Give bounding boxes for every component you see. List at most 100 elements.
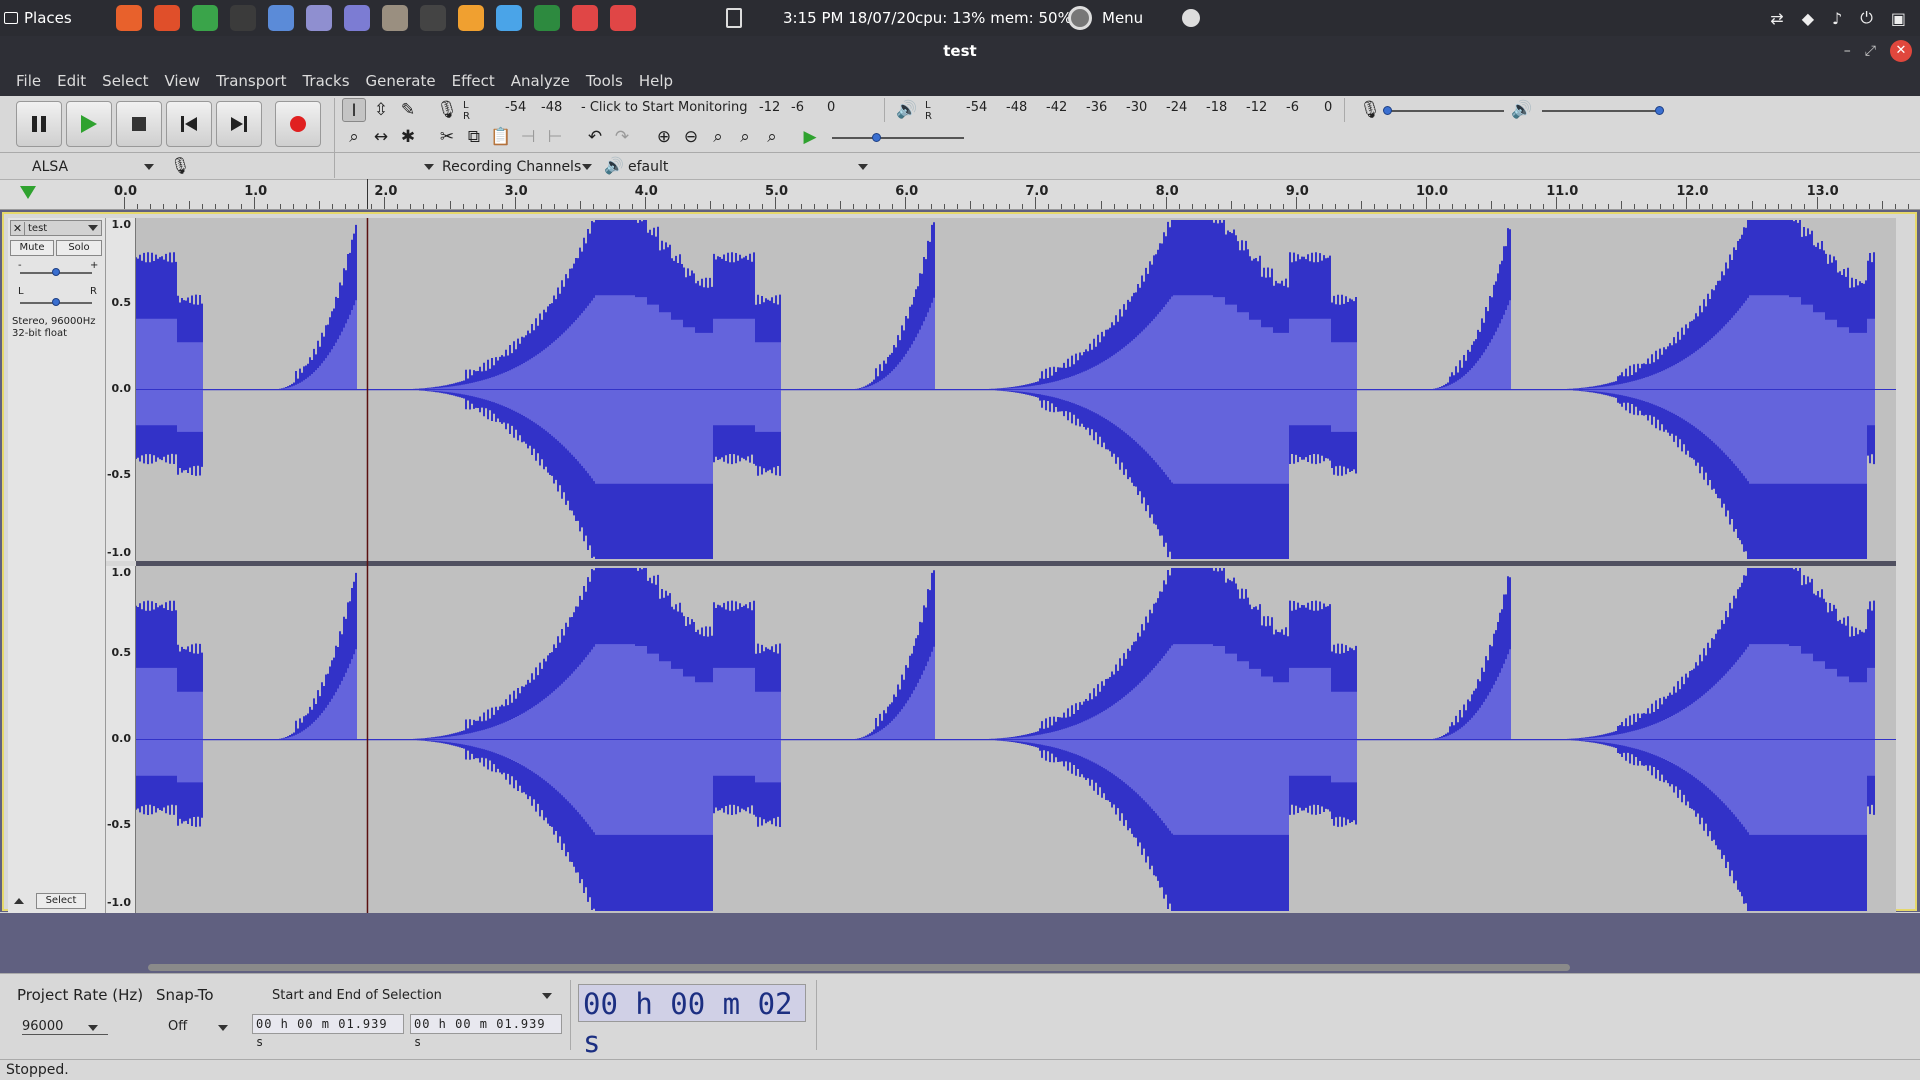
record-volume-knob[interactable] bbox=[1383, 106, 1392, 115]
menu-generate[interactable]: Generate bbox=[358, 72, 444, 90]
download-icon[interactable] bbox=[154, 5, 180, 31]
speaker-icon[interactable]: 🔊 bbox=[895, 98, 919, 122]
ubuntu-software-icon[interactable] bbox=[116, 5, 142, 31]
menu-transport[interactable]: Transport bbox=[208, 72, 294, 90]
skip-to-start-button[interactable] bbox=[166, 101, 212, 147]
microphone-icon[interactable]: 🎙 bbox=[435, 98, 459, 122]
files-icon[interactable] bbox=[344, 5, 370, 31]
browser-icon[interactable] bbox=[268, 5, 294, 31]
cut-icon[interactable]: ✂ bbox=[435, 125, 459, 149]
playback-dropdown-icon[interactable] bbox=[858, 164, 868, 170]
menu-tracks[interactable]: Tracks bbox=[294, 72, 357, 90]
zoom-in-icon[interactable]: ⊕ bbox=[652, 125, 676, 149]
mute-button[interactable]: Mute bbox=[10, 240, 54, 256]
maximize-icon[interactable]: ⤢ bbox=[1865, 43, 1876, 59]
snap-to-select[interactable]: Off bbox=[168, 1019, 187, 1034]
playback-device-select[interactable]: efault bbox=[628, 159, 668, 175]
record-meter[interactable]: -54 -48 - Click to Start Monitoring -12 … bbox=[505, 100, 835, 115]
redo-icon[interactable]: ↷ bbox=[610, 125, 634, 149]
sync-icon[interactable] bbox=[192, 5, 218, 31]
main-menu-button[interactable]: Menu bbox=[1068, 6, 1143, 30]
record-button[interactable] bbox=[275, 101, 321, 147]
selection-start-time[interactable]: 00 h 00 m 01.939 s bbox=[252, 1014, 404, 1049]
fit-selection-icon[interactable]: ⌕ bbox=[706, 125, 730, 149]
volume-icon[interactable]: ♪ bbox=[1832, 9, 1842, 28]
host-dropdown-icon[interactable] bbox=[144, 164, 154, 170]
channels-dropdown-icon[interactable] bbox=[582, 164, 592, 170]
project-rate-dropdown-icon[interactable] bbox=[88, 1025, 98, 1031]
play-head-icon[interactable] bbox=[20, 186, 36, 199]
collapse-track-icon[interactable] bbox=[14, 898, 24, 904]
archive-icon[interactable] bbox=[382, 5, 408, 31]
close-icon[interactable]: ✕ bbox=[1890, 40, 1912, 62]
play-button[interactable] bbox=[66, 101, 112, 147]
zoom-out-icon[interactable]: ⊖ bbox=[679, 125, 703, 149]
system-monitor-icon[interactable] bbox=[534, 5, 560, 31]
audacity-icon[interactable] bbox=[458, 5, 484, 31]
zoom-tool-icon[interactable]: ⌕ bbox=[342, 125, 366, 149]
selection-mode-select[interactable]: Start and End of Selection bbox=[272, 988, 442, 1003]
recording-channels-select[interactable]: Recording Channels bbox=[442, 159, 581, 175]
audio-position-display[interactable]: 00 h 00 m 02 s bbox=[578, 984, 806, 1059]
draw-tool-icon[interactable]: ✎ bbox=[396, 98, 420, 122]
play-speed-slider[interactable] bbox=[832, 137, 964, 139]
vertical-scale-left[interactable]: 1.0 0.5 0.0 -0.5 -1.0 bbox=[106, 218, 136, 561]
play-at-speed-icon[interactable]: ▶ bbox=[798, 125, 822, 149]
playback-volume-slider[interactable] bbox=[1542, 110, 1662, 112]
media-icon[interactable] bbox=[572, 5, 598, 31]
paste-icon[interactable]: 📋 bbox=[489, 125, 513, 149]
power-icon[interactable]: ⏻ bbox=[1860, 8, 1873, 28]
menu-tools[interactable]: Tools bbox=[578, 72, 631, 90]
trim-icon[interactable]: ⊣ bbox=[516, 125, 540, 149]
panel-icon[interactable]: ▣ bbox=[1891, 9, 1906, 28]
horizontal-scrollbar[interactable] bbox=[148, 964, 1570, 971]
menu-effect[interactable]: Effect bbox=[444, 72, 503, 90]
pause-button[interactable] bbox=[16, 101, 62, 147]
menu-analyze[interactable]: Analyze bbox=[503, 72, 578, 90]
menu-select[interactable]: Select bbox=[94, 72, 156, 90]
multi-tool-icon[interactable]: ✱ bbox=[396, 125, 420, 149]
gain-knob[interactable] bbox=[52, 268, 60, 276]
menu-edit[interactable]: Edit bbox=[49, 72, 94, 90]
clipboard-icon[interactable] bbox=[726, 8, 742, 28]
minimize-icon[interactable]: – bbox=[1844, 43, 1851, 59]
time-shift-tool-icon[interactable]: ↔ bbox=[369, 125, 393, 149]
stop-button[interactable] bbox=[116, 101, 162, 147]
cloud-icon[interactable] bbox=[496, 5, 522, 31]
snap-dropdown-icon[interactable] bbox=[218, 1025, 228, 1031]
timeline-ruler[interactable]: 0.0 1.0 2.0 3.0 4.0 5.0 6.0 7.0 8.0 9.0 10.0 11.0 12… bbox=[0, 179, 1920, 210]
audio-host-select[interactable]: ALSA bbox=[32, 159, 68, 175]
play-speed-knob[interactable] bbox=[872, 133, 881, 142]
selection-end-time[interactable]: 00 h 00 m 01.939 s bbox=[410, 1014, 562, 1049]
notes-icon[interactable] bbox=[306, 5, 332, 31]
emoji-icon[interactable] bbox=[1182, 9, 1200, 27]
selection-mode-dropdown-icon[interactable] bbox=[542, 993, 552, 999]
menu-view[interactable]: View bbox=[156, 72, 208, 90]
track-menu-arrow-icon[interactable] bbox=[88, 225, 98, 231]
waveform-view[interactable] bbox=[136, 218, 1896, 913]
track-name-menu[interactable]: ✕ test bbox=[10, 220, 102, 236]
calculator-icon[interactable] bbox=[420, 5, 446, 31]
record-volume-slider[interactable] bbox=[1388, 110, 1504, 112]
network-icon[interactable]: ⇄ bbox=[1770, 9, 1783, 28]
menu-file[interactable]: File bbox=[8, 72, 49, 90]
pan-knob[interactable] bbox=[52, 298, 60, 306]
places-menu[interactable]: Places bbox=[4, 0, 72, 36]
recording-device-dropdown-icon[interactable] bbox=[424, 164, 434, 170]
vertical-scale-right[interactable]: 1.0 0.5 0.0 -0.5 -1.0 bbox=[106, 566, 136, 913]
notification-icon[interactable]: ◆ bbox=[1802, 9, 1814, 28]
silence-icon[interactable]: ⊢ bbox=[543, 125, 567, 149]
track[interactable]: ✕ test Mute Solo - + L R Stereo, 96000Hz… bbox=[2, 212, 1917, 913]
copy-icon[interactable]: ⧉ bbox=[462, 125, 486, 149]
playback-meter[interactable]: -54 -48 -42 -36 -30 -24 -18 -12 -6 0 bbox=[966, 100, 1332, 115]
playback-volume-knob[interactable] bbox=[1655, 106, 1664, 115]
undo-icon[interactable]: ↶ bbox=[583, 125, 607, 149]
clock[interactable]: 3:15 PM 18/07/20 bbox=[783, 9, 916, 27]
photos-icon[interactable] bbox=[610, 5, 636, 31]
close-track-icon[interactable]: ✕ bbox=[11, 221, 25, 235]
select-track-button[interactable]: Select bbox=[36, 893, 86, 909]
fit-project-icon[interactable]: ⌕ bbox=[733, 125, 757, 149]
terminal-icon[interactable] bbox=[230, 5, 256, 31]
selection-tool-icon[interactable]: I bbox=[342, 98, 366, 122]
solo-button[interactable]: Solo bbox=[56, 240, 102, 256]
